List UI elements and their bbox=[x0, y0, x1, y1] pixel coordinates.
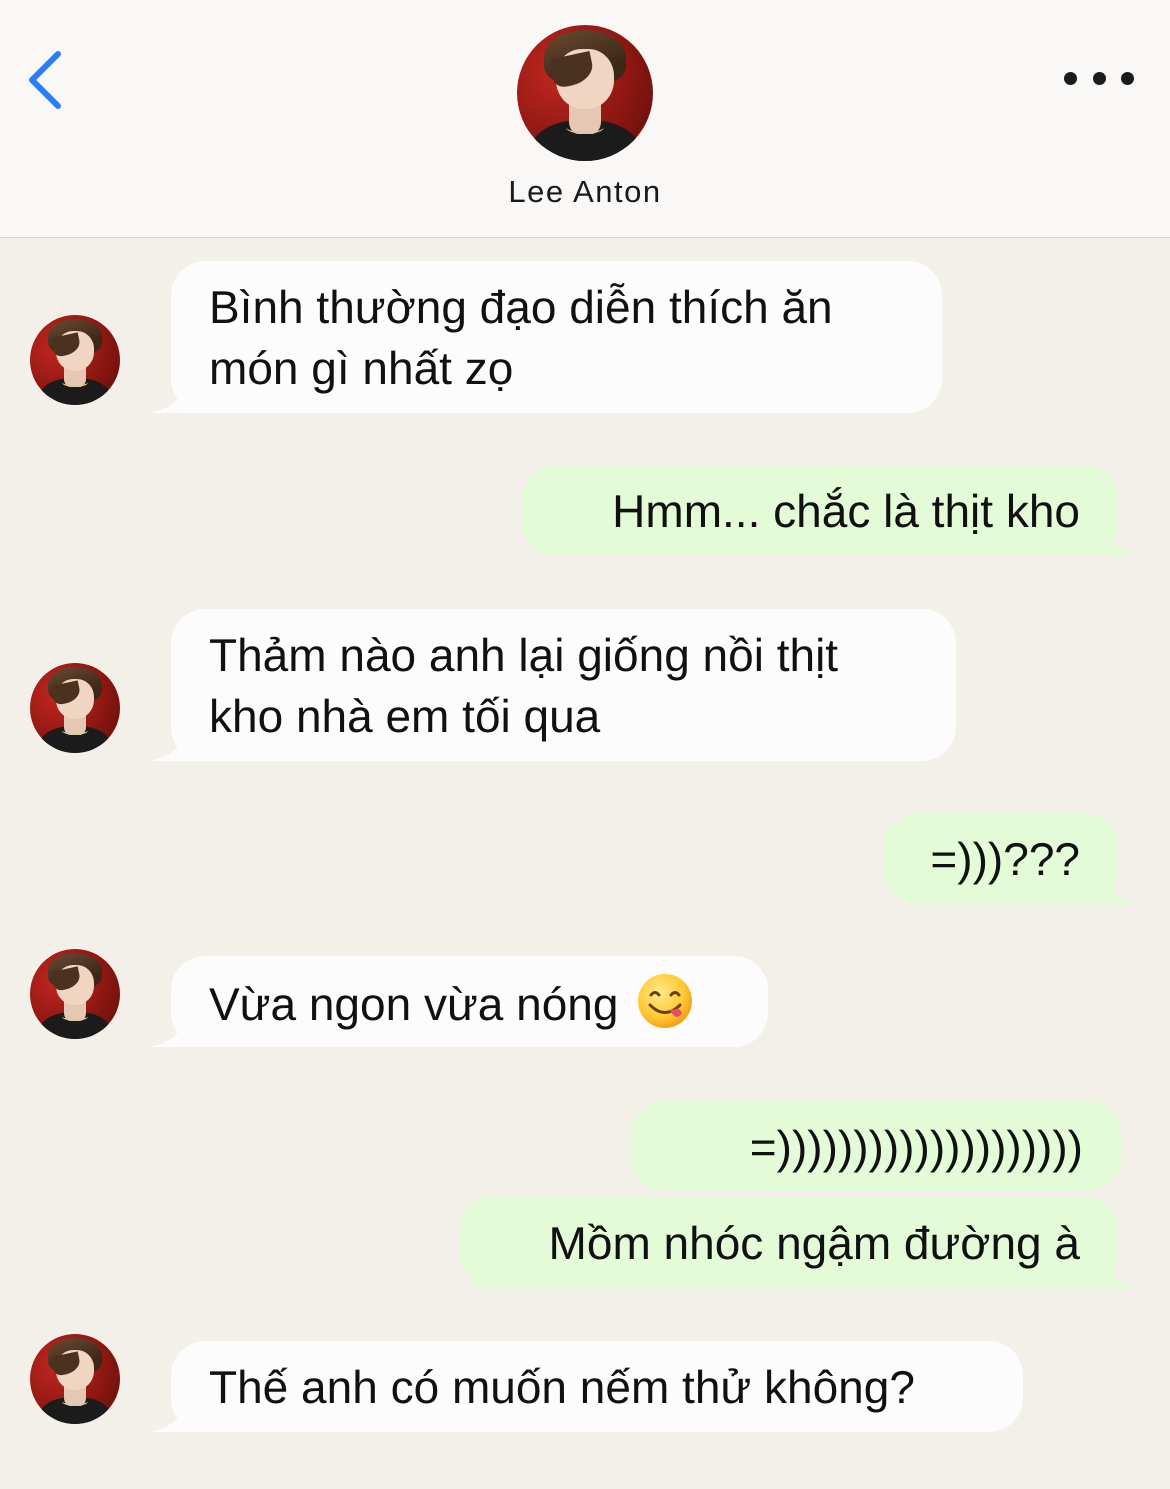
sender-avatar[interactable] bbox=[30, 949, 120, 1039]
outgoing-message-bubble[interactable]: =)))??? bbox=[884, 813, 1118, 904]
message-text: món gì nhất zọ bbox=[209, 342, 514, 394]
back-button[interactable] bbox=[18, 44, 78, 116]
incoming-message-bubble[interactable]: Bình thường đạo diễn thích ăn món gì nhấ… bbox=[171, 261, 942, 413]
sender-avatar[interactable] bbox=[30, 315, 120, 405]
contact-avatar[interactable] bbox=[517, 25, 653, 161]
yummy-face-emoji-icon bbox=[636, 972, 694, 1030]
incoming-message-bubble[interactable]: Vừa ngon vừa nóng bbox=[171, 956, 768, 1047]
message-text: Vừa ngon vừa nóng bbox=[209, 978, 619, 1030]
chat-header: Lee Anton bbox=[0, 0, 1170, 238]
incoming-message-bubble[interactable]: Thảm nào anh lại giống nồi thịt kho nhà … bbox=[171, 609, 956, 761]
sender-avatar[interactable] bbox=[30, 1334, 120, 1424]
sender-avatar[interactable] bbox=[30, 663, 120, 753]
message-text: Thảm nào anh lại giống nồi thịt bbox=[209, 629, 839, 681]
message-text: Thế anh có muốn nếm thử không? bbox=[209, 1361, 915, 1413]
message-text: Bình thường đạo diễn thích ăn bbox=[209, 281, 833, 333]
outgoing-message-bubble[interactable]: =)))))))))))))))))))) bbox=[631, 1101, 1121, 1191]
contact-name[interactable]: Lee Anton bbox=[0, 174, 1170, 210]
message-text: kho nhà em tối qua bbox=[209, 690, 601, 742]
message-text: Mồm nhóc ngậm đường à bbox=[548, 1217, 1080, 1269]
message-text: Hmm... chắc là thịt kho bbox=[612, 485, 1080, 537]
incoming-message-bubble[interactable]: Thế anh có muốn nếm thử không? bbox=[171, 1341, 1023, 1432]
ellipsis-icon bbox=[1064, 71, 1077, 85]
more-options-button[interactable] bbox=[1064, 58, 1134, 98]
outgoing-message-bubble[interactable]: Hmm... chắc là thịt kho bbox=[522, 465, 1118, 556]
message-text: =)))??? bbox=[930, 833, 1080, 885]
chevron-left-icon bbox=[29, 51, 61, 109]
message-text: =)))))))))))))))))))) bbox=[749, 1121, 1083, 1173]
outgoing-message-bubble[interactable]: Mồm nhóc ngậm đường à bbox=[459, 1197, 1118, 1288]
